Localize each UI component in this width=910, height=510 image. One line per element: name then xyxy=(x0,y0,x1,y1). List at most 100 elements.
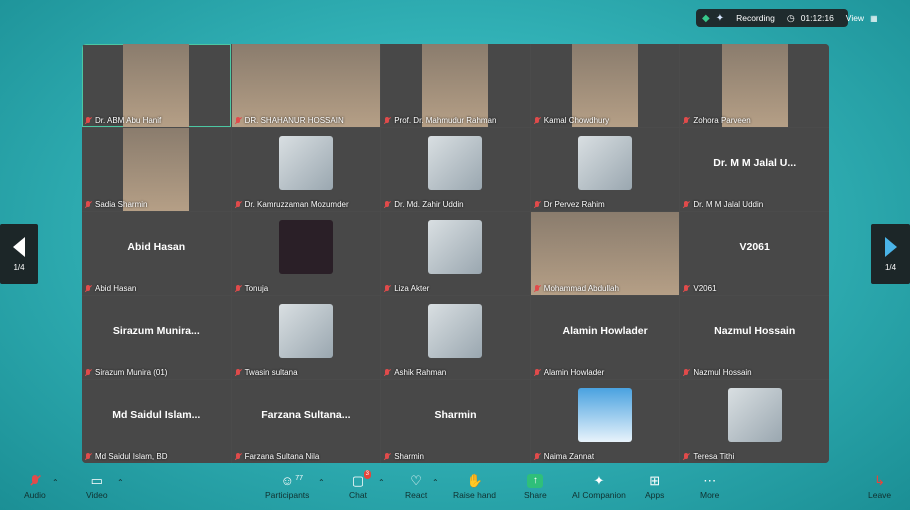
participant-display-name: Nazmul Hossain xyxy=(714,324,796,337)
muted-microphone-icon xyxy=(682,284,690,293)
view-button[interactable]: View xyxy=(846,13,864,23)
arrow-left-icon xyxy=(13,236,25,257)
participant-tile[interactable]: Dr. M M Jalal U... Dr. M M Jalal Uddin xyxy=(680,128,829,211)
participant-name-label: Ashik Rahman xyxy=(383,368,446,377)
gallery-grid: Dr. ABM Abu Hanif DR. SHAHANUR HOSSAIN Pro… xyxy=(82,44,829,463)
muted-microphone-icon xyxy=(84,116,92,125)
participant-tile[interactable]: Alamin Howlader Alamin Howlader xyxy=(530,296,680,379)
participant-tile[interactable]: Sadia Sharmin xyxy=(82,128,231,211)
participant-tile[interactable]: Sirazum Munira... Sirazum Munira (01) xyxy=(82,296,231,379)
participant-name: Md Saidul Islam, BD xyxy=(95,452,168,461)
video-label: Video xyxy=(86,490,108,500)
meeting-status-bar: ◆ ✦ Recording ◷ 01:12:16 View ▦ xyxy=(696,9,878,27)
recording-label[interactable]: Recording xyxy=(736,13,775,23)
participant-name-label: Dr. M M Jalal Uddin xyxy=(682,200,763,209)
participant-name: Naima Zannat xyxy=(543,452,595,461)
muted-microphone-icon xyxy=(533,200,541,209)
participant-tile[interactable]: Nazmul Hossain Nazmul Hossain xyxy=(680,296,829,379)
ai-companion-button[interactable]: ✦ AI Companion xyxy=(572,474,626,501)
chat-button[interactable]: ▢ 3 Chat xyxy=(349,470,371,500)
participant-tile[interactable]: Teresa Tithi xyxy=(680,380,829,463)
muted-microphone-icon xyxy=(682,200,690,209)
more-button[interactable]: ⋯ More xyxy=(700,473,720,501)
raise-hand-button[interactable]: ✋ Raise hand xyxy=(453,473,497,501)
participant-tile[interactable]: DR. SHAHANUR HOSSAIN xyxy=(231,44,381,127)
participant-name-label: Farzana Sultana Nila xyxy=(234,452,319,461)
participant-video xyxy=(123,44,190,127)
leave-door-icon: ↳ xyxy=(874,473,886,488)
more-dots-icon: ⋯ xyxy=(703,473,717,488)
raise-hand-label: Raise hand xyxy=(453,490,497,500)
participant-name: Abid Hasan xyxy=(95,284,137,293)
participant-name-label: Prof. Dr. Mahmudur Rahman xyxy=(383,116,496,125)
participant-name: Dr. M M Jalal Uddin xyxy=(693,200,764,209)
leave-button[interactable]: ↳ Leave xyxy=(868,473,892,501)
participant-display-name: Farzana Sultana... xyxy=(261,408,351,421)
muted-microphone-icon xyxy=(682,452,690,461)
participant-tile[interactable]: Dr Pervez Rahim xyxy=(530,128,680,211)
participant-tile[interactable]: Zohora Parveen xyxy=(680,44,829,127)
participant-name-label: Md Saidul Islam, BD xyxy=(84,452,167,461)
muted-microphone-icon xyxy=(84,368,92,377)
previous-page-button[interactable]: 1/4 xyxy=(0,224,38,284)
participant-name-label: DR. SHAHANUR HOSSAIN xyxy=(234,116,344,125)
participant-tile[interactable]: Sharmin Sharmin xyxy=(381,380,530,463)
chat-options-chevron-icon[interactable]: ⌃ xyxy=(378,478,385,487)
participant-name-label: Teresa Tithi xyxy=(682,452,734,461)
share-button[interactable]: ↑ Share xyxy=(524,474,547,500)
participant-tile[interactable]: Kamal Chowdhury xyxy=(530,44,680,127)
apps-button[interactable]: ⊞ Apps xyxy=(645,474,664,501)
participant-tile[interactable]: Dr. Kamruzzaman Mozumder xyxy=(231,128,381,211)
muted-microphone-icon xyxy=(533,452,541,461)
next-page-button[interactable]: 1/4 xyxy=(871,224,910,284)
participant-avatar xyxy=(278,135,333,190)
muted-microphone-icon xyxy=(383,452,391,461)
more-label: More xyxy=(700,490,720,500)
audio-button[interactable]: Audio xyxy=(24,474,46,500)
participant-name: Tonuja xyxy=(244,284,269,293)
participant-tile[interactable]: Ashik Rahman xyxy=(381,296,530,379)
leave-label: Leave xyxy=(868,490,892,500)
video-button[interactable]: ▭ Video xyxy=(86,474,108,501)
participants-button[interactable]: ☺ 77 Participants xyxy=(265,474,309,501)
participant-name: Dr. ABM Abu Hanif xyxy=(95,116,162,125)
meeting-timer: 01:12:16 xyxy=(800,13,834,23)
participant-video xyxy=(422,44,489,127)
chat-unread-badge: 3 xyxy=(363,470,371,479)
participant-tile[interactable]: Dr. ABM Abu Hanif xyxy=(82,44,231,127)
participant-name: V2061 xyxy=(693,284,717,293)
shield-icon[interactable]: ◆ xyxy=(702,13,710,24)
participant-tile[interactable]: Mohammad Abdullah xyxy=(530,212,680,295)
participant-tile[interactable]: Abid Hasan Abid Hasan xyxy=(82,212,231,295)
participant-name-label: Dr. Kamruzzaman Mozumder xyxy=(234,200,349,209)
participant-name-label: Nazmul Hossain xyxy=(682,368,752,377)
participant-avatar xyxy=(578,135,633,190)
muted-microphone-icon xyxy=(234,368,242,377)
participant-video xyxy=(231,44,381,127)
participants-options-chevron-icon[interactable]: ⌃ xyxy=(318,478,325,487)
participant-tile[interactable]: Twasin sultana xyxy=(231,296,381,379)
video-options-chevron-icon[interactable]: ⌃ xyxy=(117,478,124,487)
sparkle-icon[interactable]: ✦ xyxy=(716,13,724,24)
react-button[interactable]: ♡ React xyxy=(405,474,427,501)
react-options-chevron-icon[interactable]: ⌃ xyxy=(432,478,439,487)
participant-name: Kamal Chowdhury xyxy=(543,116,610,125)
grid-view-icon[interactable]: ▦ xyxy=(870,14,878,23)
participant-tile[interactable]: Dr. Md. Zahir Uddin xyxy=(381,128,530,211)
participant-tile[interactable]: Farzana Sultana... Farzana Sultana Nila xyxy=(231,380,381,463)
participant-tile[interactable]: Naima Zannat xyxy=(530,380,680,463)
participant-tile[interactable]: Tonuja xyxy=(231,212,381,295)
muted-microphone-icon xyxy=(234,452,242,461)
participant-tile[interactable]: Prof. Dr. Mahmudur Rahman xyxy=(381,44,530,127)
participant-tile[interactable]: Md Saidul Islam... Md Saidul Islam, BD xyxy=(82,380,231,463)
muted-microphone-icon xyxy=(234,200,242,209)
participant-name: Nazmul Hossain xyxy=(693,368,752,377)
participant-tile[interactable]: Liza Akter xyxy=(381,212,530,295)
hand-icon: ✋ xyxy=(466,473,483,488)
participants-count: 77 xyxy=(295,475,303,482)
participant-tile[interactable]: V2061 V2061 xyxy=(680,212,829,295)
participant-name-label: Naima Zannat xyxy=(533,452,594,461)
muted-microphone-icon xyxy=(682,368,690,377)
muted-microphone-icon xyxy=(383,200,391,209)
audio-options-chevron-icon[interactable]: ⌃ xyxy=(52,478,59,487)
